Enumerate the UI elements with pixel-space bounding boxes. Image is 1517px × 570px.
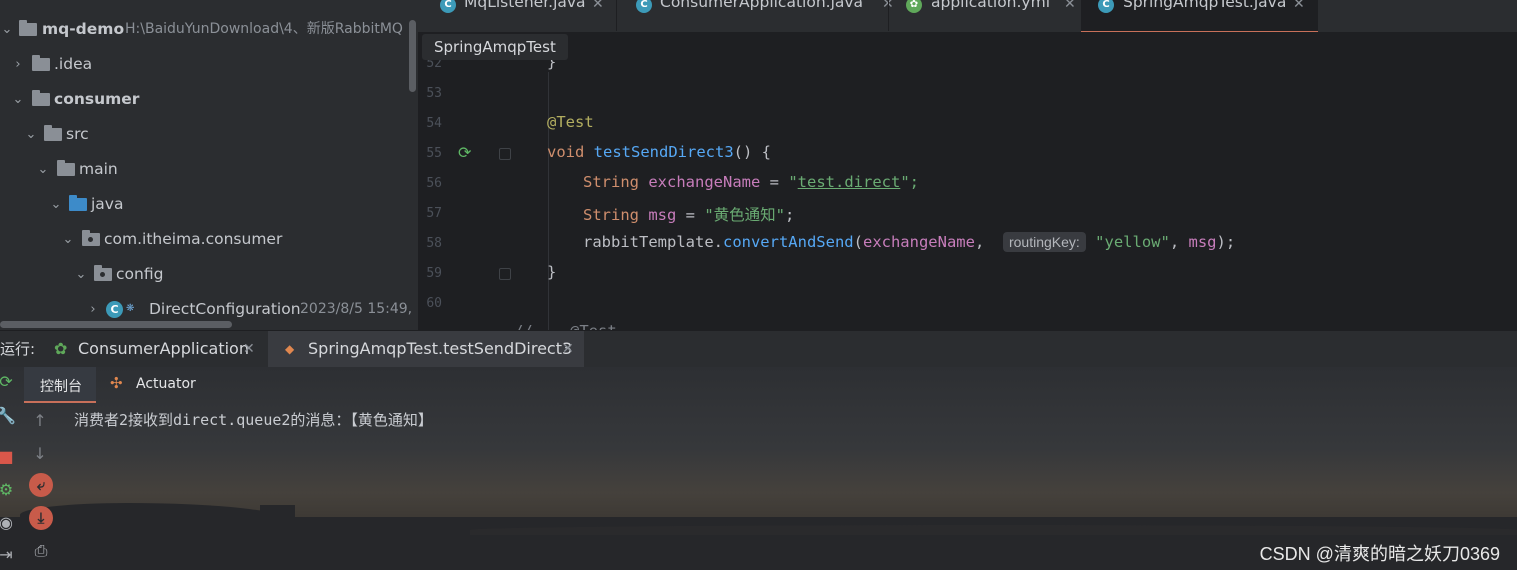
line-number: 56 — [426, 176, 442, 191]
code-line-55: void testSendDirect3() { — [547, 143, 771, 161]
chevron-down-icon[interactable]: ⌄ — [24, 117, 38, 152]
line-number: 55 — [426, 146, 442, 161]
class-icon: C — [106, 301, 123, 318]
run-tab-label: SpringAmqpTest.testSendDirect3 — [308, 339, 573, 358]
tree-item-label: main — [79, 160, 118, 178]
arrow-up-icon[interactable]: ↑ — [30, 411, 50, 430]
chevron-down-icon[interactable]: ⌄ — [36, 152, 50, 187]
close-icon[interactable]: ✕ — [243, 331, 255, 367]
close-icon[interactable]: ✕ — [1293, 0, 1305, 11]
folder-icon — [57, 160, 75, 176]
close-icon[interactable]: ✕ — [562, 331, 574, 367]
line-number: 59 — [426, 266, 442, 281]
package-icon — [94, 265, 112, 281]
watermark: CSDN @清爽的暗之妖刀0369 — [1259, 544, 1500, 564]
fold-marker-icon[interactable] — [499, 148, 511, 160]
editor-tab-bar: C MqListener.java ✕ C ConsumerApplicatio… — [418, 0, 1517, 33]
tree-item-label: .idea — [54, 55, 93, 73]
module-folder-icon — [19, 20, 37, 36]
restart-icon[interactable]: ⚙ — [0, 480, 16, 499]
chevron-down-icon[interactable]: ⌄ — [74, 257, 88, 292]
fold-marker-icon[interactable] — [499, 268, 511, 280]
exit-icon[interactable]: ⇥ — [0, 545, 16, 564]
tab-label: MqListener.java — [464, 0, 586, 11]
code-line-56: String exchangeName = "test.direct"; — [583, 173, 919, 191]
folder-icon — [32, 55, 50, 71]
code-editor[interactable]: 52 53 54 55 56 57 58 59 60 ⟳ } @Test voi… — [418, 32, 1517, 330]
test-diamond-icon: ◆ — [285, 342, 295, 356]
subtab-label: 控制台 — [40, 379, 82, 395]
chevron-right-icon[interactable]: › — [11, 47, 25, 82]
code-line-57: String msg = "黄色通知"; — [583, 206, 795, 224]
soft-wrap-icon[interactable]: ⤶ — [29, 473, 53, 497]
tab-springamqptest[interactable]: C SpringAmqpTest.java ✕ — [1081, 0, 1318, 33]
line-number: 54 — [426, 116, 442, 131]
module-folder-icon — [32, 90, 50, 106]
tab-label: application.yml — [931, 0, 1051, 11]
package-icon — [82, 230, 100, 246]
class-icon: C — [1098, 0, 1114, 13]
chevron-down-icon[interactable]: ⌄ — [11, 82, 25, 117]
tree-item-label: java — [91, 195, 124, 213]
actuator-icon: ✣ — [110, 374, 123, 392]
breadcrumb[interactable]: SpringAmqpTest — [422, 34, 568, 60]
line-number: 57 — [426, 206, 442, 221]
chevron-down-icon[interactable]: ⌄ — [49, 187, 63, 222]
scroll-to-end-icon[interactable]: ⤓ — [29, 506, 53, 530]
console-output-line: 消费者2接收到direct.queue2的消息：【黄色通知】 — [74, 411, 433, 429]
run-panel-header: 运行: ✿ ConsumerApplication ✕ ◆ SpringAmqp… — [0, 330, 1517, 369]
stop-icon[interactable]: ■ — [0, 447, 16, 466]
spring-boot-icon: ✿ — [54, 339, 68, 358]
close-icon[interactable]: ✕ — [592, 0, 604, 11]
tree-item-label: consumer — [54, 90, 140, 108]
camera-icon[interactable]: ◉ — [0, 513, 16, 532]
rerun-icon[interactable]: ⟳ — [0, 372, 16, 391]
class-icon: C — [636, 0, 652, 13]
tree-item-label: com.itheima.consumer — [104, 230, 283, 248]
code-line-58: rabbitTemplate.convertAndSend(exchangeNa… — [583, 232, 1236, 252]
tree-item-label: src — [66, 125, 89, 143]
parameter-hint: routingKey: — [1002, 232, 1086, 252]
close-icon[interactable]: ✕ — [1064, 0, 1076, 11]
line-number: 53 — [426, 86, 442, 101]
spring-bean-icon: ❋ — [126, 303, 135, 314]
tree-root-name: mq-demo — [42, 20, 125, 38]
run-test-gutter-icon[interactable]: ⟳ — [458, 143, 471, 162]
tree-item-label: config — [116, 265, 164, 283]
project-tree: ⌄ mq-demo H:\BaiduYunDownload\4、新版Rabbit… — [0, 0, 418, 330]
tree-horizontal-scrollbar[interactable] — [0, 321, 232, 328]
source-folder-icon — [69, 195, 87, 211]
subtab-actuator[interactable]: ✣ Actuator — [110, 367, 220, 401]
class-icon: C — [440, 0, 456, 13]
subtab-console[interactable]: 控制台 — [24, 367, 96, 403]
chevron-down-icon[interactable]: ⌄ — [0, 12, 14, 47]
subtab-label: Actuator — [136, 376, 196, 392]
tree-vertical-scrollbar[interactable] — [409, 20, 416, 92]
folder-icon — [44, 125, 62, 141]
code-line-comment: // @Test — [514, 322, 617, 330]
wrench-icon[interactable]: 🔧 — [0, 406, 16, 425]
run-label: 运行: — [0, 340, 36, 358]
tree-item-meta: 2023/8/5 15:49, 1. — [300, 301, 418, 317]
run-tab-springamqptest[interactable]: ◆ SpringAmqpTest.testSendDirect3 ✕ — [268, 331, 584, 367]
run-tab-consumer-application[interactable]: ✿ ConsumerApplication ✕ — [38, 331, 268, 369]
arrow-down-icon[interactable]: ↓ — [30, 444, 50, 463]
spring-leaf-icon: ✿ — [906, 0, 922, 13]
run-tab-label: ConsumerApplication — [78, 339, 249, 358]
chevron-down-icon[interactable]: ⌄ — [61, 222, 75, 257]
tree-root-path: H:\BaiduYunDownload\4、新版RabbitMQ — [125, 21, 403, 37]
print-icon[interactable]: ⎙ — [31, 541, 51, 561]
code-line-54: @Test — [547, 113, 594, 131]
tab-label: ConsumerApplication.java — [660, 0, 864, 11]
line-number: 58 — [426, 236, 442, 251]
code-line-59: } — [547, 263, 557, 281]
line-number: 60 — [426, 296, 442, 311]
tab-label: SpringAmqpTest.java — [1123, 0, 1287, 11]
